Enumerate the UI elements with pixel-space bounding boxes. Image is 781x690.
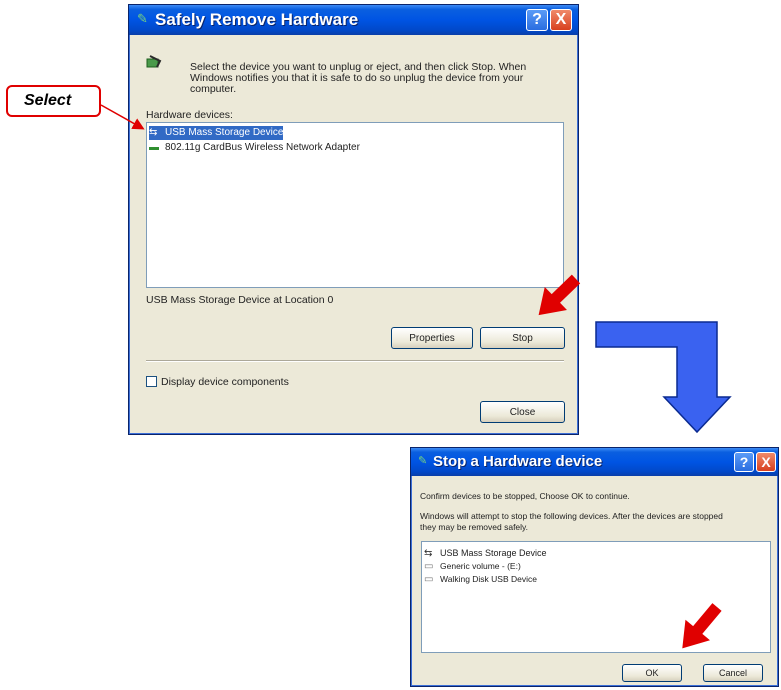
annotation-overlay [100, 104, 732, 649]
red-pointer-arrow-ok [682, 603, 722, 649]
flow-arrow-blue [595, 321, 732, 434]
red-pointer-arrow-stop [538, 274, 581, 316]
callout-pointer-line [100, 104, 145, 130]
